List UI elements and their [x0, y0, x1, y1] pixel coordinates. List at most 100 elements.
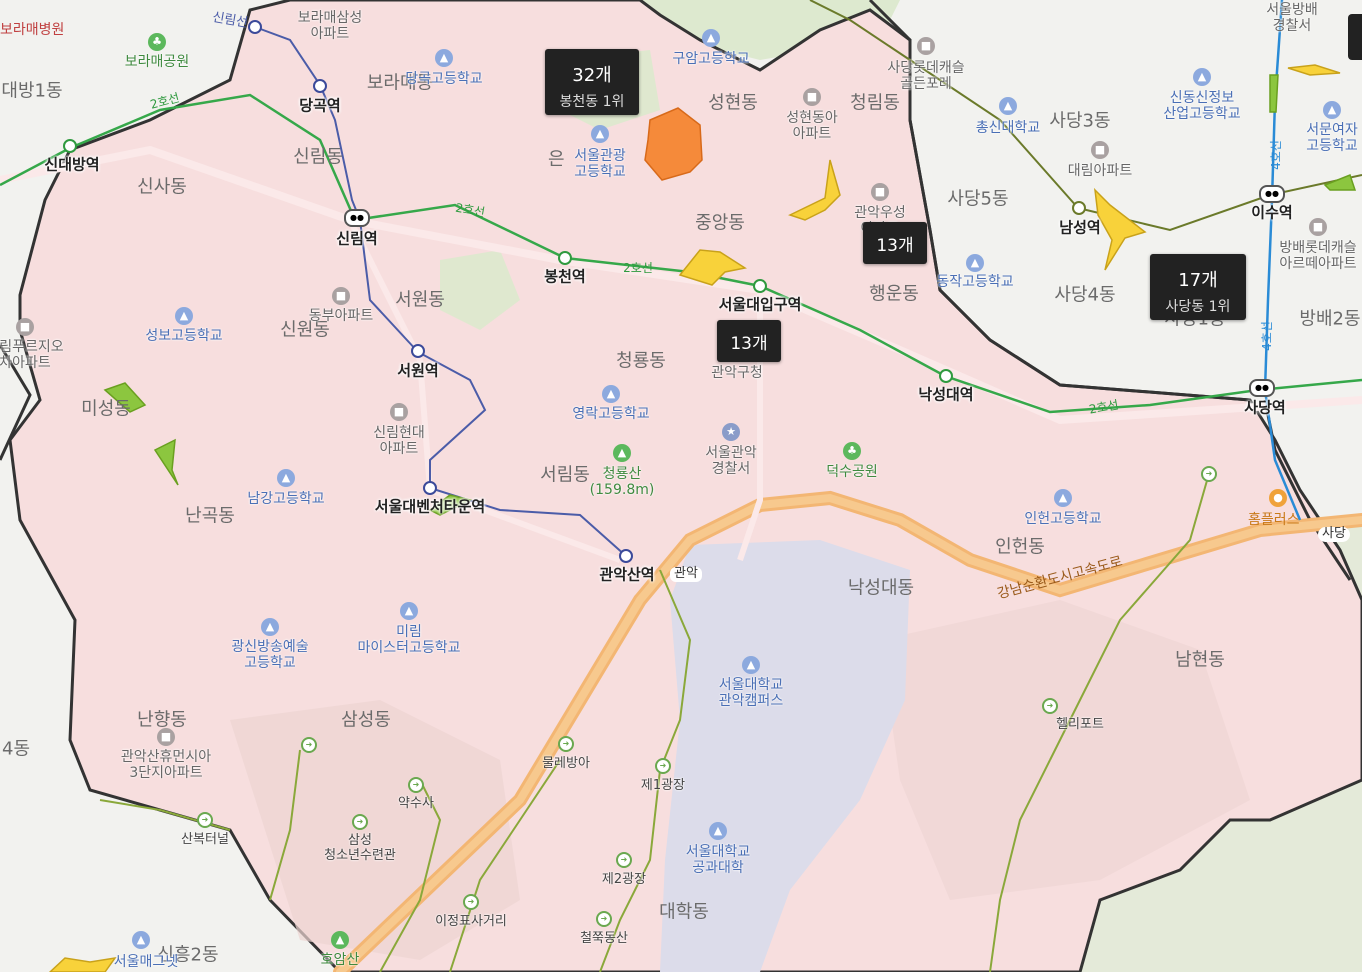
gu-office-label[interactable]: 관악구청 — [711, 365, 763, 381]
station-marker-sillimseon-north[interactable] — [248, 20, 262, 34]
station-marker-nakseongdae[interactable] — [939, 369, 953, 383]
dong-label[interactable]: 대방1동 — [1, 81, 62, 103]
station-marker-danggok[interactable] — [313, 79, 327, 93]
school-label[interactable]: 남강고등학교 — [247, 491, 324, 507]
dong-label[interactable]: 사당4동 — [1054, 285, 1115, 307]
school-label[interactable]: 인헌고등학교 — [1024, 511, 1101, 527]
dong-label[interactable]: 행운동 — [869, 284, 919, 306]
station-marker-seowon[interactable] — [411, 344, 425, 358]
university-label[interactable]: 서울대학교 관악캠퍼스 — [719, 677, 783, 709]
mountain-label[interactable]: 청룡산 (159.8m) — [590, 466, 655, 498]
station-marker-gwanaksan[interactable] — [619, 549, 633, 563]
trail-marker-icon: ➜ — [463, 894, 479, 910]
dong-label[interactable]: 삼성동 — [341, 710, 391, 732]
station-label[interactable]: 사당역 — [1244, 399, 1285, 417]
apartment-label[interactable]: 성현동아 아파트 — [786, 110, 838, 142]
school-label[interactable]: 서울관광 고등학교 — [574, 148, 626, 180]
dong-label[interactable]: 서원동 — [395, 290, 445, 312]
shop-label[interactable]: 홈플러스 — [1248, 512, 1300, 528]
school-icon: ▲ — [261, 618, 279, 636]
trail-label[interactable]: 철쭉동산 — [580, 931, 628, 947]
university-label[interactable]: 서울대학교 공과대학 — [686, 844, 750, 876]
trail-label[interactable]: 산복터널 — [181, 832, 229, 848]
school-label[interactable]: 광신방송예술 고등학교 — [231, 639, 308, 671]
dong-label[interactable]: 신사동 — [137, 177, 187, 199]
school-label[interactable]: 구암고등학교 — [672, 51, 749, 67]
count-badge[interactable]: 32개 봉천동 1위 — [545, 49, 639, 115]
apartment-label[interactable]: 관악산휴먼시아 3단지아파트 — [121, 749, 211, 781]
dong-label[interactable]: 대학동 — [659, 902, 709, 924]
station-label[interactable]: 신대방역 — [44, 156, 99, 174]
school-label[interactable]: 총신대학교 — [976, 120, 1040, 136]
trail-label[interactable]: 제1광장 — [641, 778, 685, 794]
dong-label[interactable]: 남현동 — [1175, 650, 1225, 672]
school-label[interactable]: 서문여자 고등학교 — [1306, 122, 1358, 154]
count-badge[interactable]: 13개 — [717, 320, 781, 362]
trail-label[interactable]: 약수사 — [398, 796, 434, 812]
trail-label[interactable]: 삼성 청소년수련관 — [324, 833, 396, 864]
station-label[interactable]: 신림역 — [336, 230, 377, 248]
park-label[interactable]: 보라매공원 — [125, 54, 189, 70]
station-label[interactable]: 이수역 — [1251, 204, 1292, 222]
dong-label[interactable]: 신림동 — [293, 147, 343, 169]
station-label[interactable]: 남성역 — [1059, 219, 1100, 237]
station-label[interactable]: 서원역 — [397, 362, 438, 380]
hospital-label[interactable]: 보라매병원 — [0, 22, 64, 38]
dong-label[interactable]: 난곡동 — [185, 506, 235, 528]
apartment-label[interactable]: 동부아파트 — [309, 308, 373, 324]
dong-label[interactable]: 방배2동 — [1299, 309, 1360, 331]
dong-label[interactable]: 4동 — [2, 739, 30, 761]
apartment-icon: ■ — [871, 183, 889, 201]
station-label[interactable]: 서울대입구역 — [719, 296, 802, 314]
dong-label[interactable]: 중앙동 — [695, 213, 745, 235]
count-badge[interactable]: 13개 — [863, 222, 927, 264]
dong-label[interactable]: 인헌동 — [995, 537, 1045, 559]
trail-label[interactable]: 이정표사거리 — [435, 914, 507, 930]
apartment-label[interactable]: 방배롯데캐슬 아르떼아파트 — [1279, 240, 1356, 272]
station-label[interactable]: 당곡역 — [299, 97, 340, 115]
station-marker-sindaebang[interactable] — [63, 139, 77, 153]
dong-label[interactable]: 사당5동 — [947, 189, 1008, 211]
station-marker-snu[interactable] — [753, 279, 767, 293]
station-marker-bongcheon[interactable] — [558, 251, 572, 265]
trail-marker-icon: ➜ — [352, 814, 368, 830]
count-badge[interactable]: 17개 사당동 1위 — [1150, 254, 1246, 320]
station-marker-namseong[interactable] — [1072, 201, 1086, 215]
school-label[interactable]: 영락고등학교 — [572, 406, 649, 422]
apartment-label[interactable]: 신림푸르지오 차아파트 — [0, 339, 64, 371]
police-label[interactable]: 서울방배 경찰서 — [1266, 2, 1318, 34]
station-marker-sadang[interactable]: ●● — [1249, 379, 1275, 397]
school-label[interactable]: 당곡고등학교 — [405, 71, 482, 87]
station-marker-venture[interactable] — [423, 481, 437, 495]
station-label[interactable]: 서울대벤처타운역 — [375, 498, 485, 516]
place-label[interactable]: 서울매그넷 — [114, 954, 178, 970]
apartment-label[interactable]: 사당롯데캐슬 골든포레 — [887, 60, 964, 92]
station-label[interactable]: 관악산역 — [599, 566, 654, 584]
dong-label[interactable]: 낙성대동 — [848, 578, 914, 600]
dong-label[interactable]: 사당3동 — [1049, 111, 1110, 133]
dong-label[interactable]: 미성동 — [81, 399, 131, 421]
side-panel-toggle[interactable] — [1348, 14, 1362, 60]
trail-label[interactable]: 제2광장 — [602, 872, 646, 888]
station-marker-sillim[interactable]: ●● — [344, 209, 370, 227]
police-label[interactable]: 서울관악 경찰서 — [705, 445, 757, 477]
school-label[interactable]: 성보고등학교 — [145, 328, 222, 344]
station-label[interactable]: 봉천역 — [544, 268, 585, 286]
mountain-label[interactable]: 호암산 — [321, 952, 360, 968]
station-label[interactable]: 낙성대역 — [918, 386, 973, 404]
apartment-label[interactable]: 신림현대 아파트 — [373, 425, 425, 457]
dong-label[interactable]: 청림동 — [850, 93, 900, 115]
dong-label[interactable]: 청룡동 — [616, 351, 666, 373]
dong-label[interactable]: 서림동 — [540, 465, 590, 487]
school-label[interactable]: 미림 마이스터고등학교 — [357, 624, 460, 656]
station-marker-isu[interactable]: ●● — [1259, 185, 1285, 203]
trail-label[interactable]: 헬리포트 — [1056, 717, 1104, 733]
apartment-label[interactable]: 보라매삼성 아파트 — [298, 10, 362, 42]
school-label[interactable]: 동작고등학교 — [936, 274, 1013, 290]
apartment-label[interactable]: 대림아파트 — [1068, 163, 1132, 179]
school-label[interactable]: 신동신정보 산업고등학교 — [1163, 90, 1240, 122]
park-label[interactable]: 덕수공원 — [826, 464, 878, 480]
badge-count: 32개 — [572, 65, 612, 86]
trail-label[interactable]: 물레방아 — [542, 756, 590, 772]
dong-label[interactable]: 성현동 — [708, 93, 758, 115]
